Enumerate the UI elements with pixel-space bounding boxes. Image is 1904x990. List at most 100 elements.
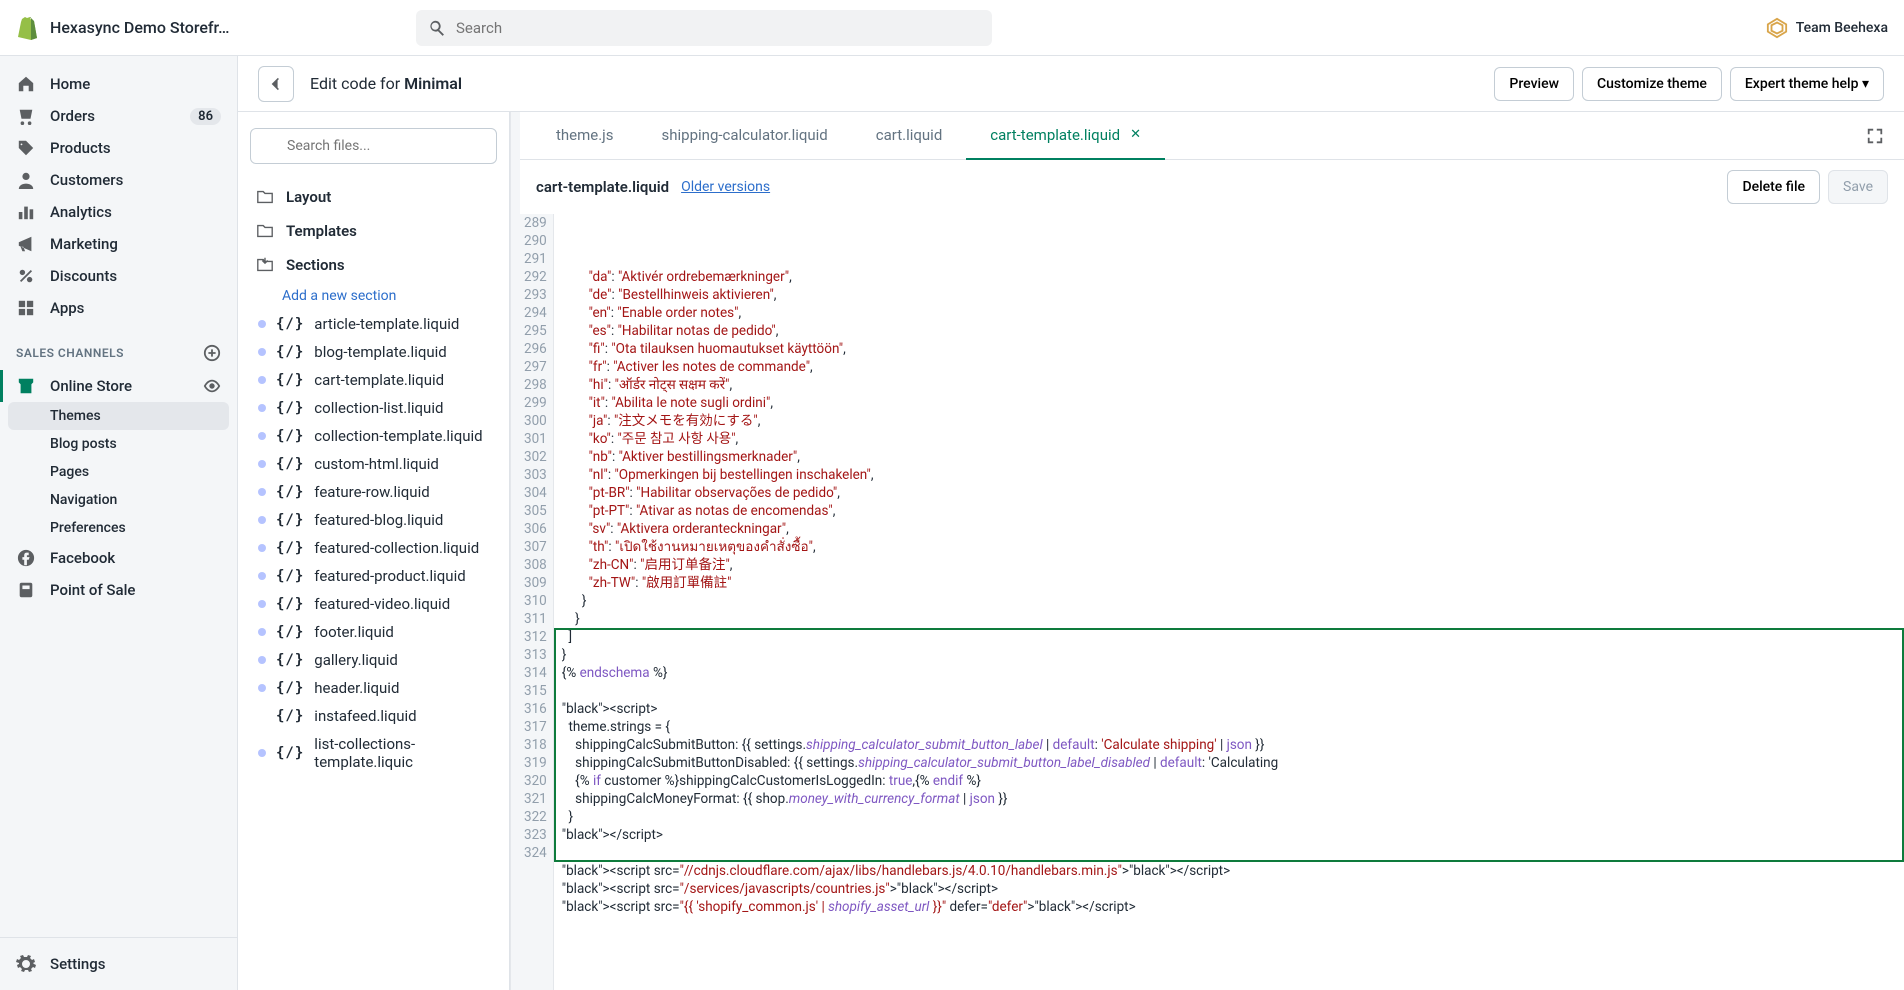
team-label: Team Beehexa: [1796, 20, 1888, 36]
nav-discounts-label: Discounts: [50, 267, 117, 285]
file-item[interactable]: {/}article-template.liquid: [250, 310, 497, 338]
team-icon: [1766, 17, 1788, 39]
file-list: {/}article-template.liquid{/}blog-templa…: [250, 310, 497, 776]
file-item[interactable]: {/}list-collections-template.liquic: [250, 730, 497, 776]
file-name: instafeed.liquid: [314, 707, 416, 725]
file-item[interactable]: {/} footer.liquid: [250, 618, 497, 646]
file-item[interactable]: {/}blog-template.liquid: [250, 338, 497, 366]
sales-channels-heading: SALES CHANNELS: [0, 324, 237, 370]
modified-dot-icon: [258, 320, 266, 328]
add-new-section-link[interactable]: Add a new section: [250, 282, 497, 310]
older-versions-link[interactable]: Older versions: [681, 179, 770, 195]
preview-button[interactable]: Preview: [1494, 67, 1574, 101]
file-item[interactable]: {/}collection-list.liquid: [250, 394, 497, 422]
file-item[interactable]: {/}featured-collection.liquid: [250, 534, 497, 562]
file-item[interactable]: {/}custom-html.liquid: [250, 450, 497, 478]
file-item[interactable]: {/}featured-product.liquid: [250, 562, 497, 590]
modified-dot-icon: [258, 432, 266, 440]
team-menu[interactable]: Team Beehexa: [1766, 17, 1888, 39]
nav-pages[interactable]: Pages: [0, 458, 237, 486]
editor-tab[interactable]: theme.js: [532, 112, 638, 160]
delete-file-button[interactable]: Delete file: [1727, 170, 1820, 204]
editor: Layout Templates Sections Add a new sect…: [238, 112, 1904, 990]
file-pane-scrollbar[interactable]: [510, 112, 520, 990]
nav-apps[interactable]: Apps: [0, 292, 237, 324]
modified-dot-icon: [258, 460, 266, 468]
code-editor[interactable]: 2892902912922932942952962972982993003013…: [520, 214, 1904, 990]
editor-tab[interactable]: shipping-calculator.liquid: [638, 112, 852, 160]
expert-help-button[interactable]: Expert theme help ▾: [1730, 67, 1884, 101]
file-item[interactable]: {/}featured-blog.liquid: [250, 506, 497, 534]
modified-dot-icon: [258, 572, 266, 580]
nav-settings[interactable]: Settings: [0, 937, 237, 990]
editor-tab[interactable]: cart-template.liquid✕: [966, 112, 1165, 160]
file-item[interactable]: {/}header.liquid: [250, 674, 497, 702]
view-store-icon[interactable]: [203, 377, 221, 395]
nav-home[interactable]: Home: [0, 68, 237, 100]
modified-dot-icon: [258, 488, 266, 496]
file-search-wrap: [250, 128, 497, 164]
file-item[interactable]: {/}feature-row.liquid: [250, 478, 497, 506]
nav-products-label: Products: [50, 139, 111, 157]
nav-customers[interactable]: Customers: [0, 164, 237, 196]
line-number-gutter: 2892902912922932942952962972982993003013…: [520, 214, 554, 990]
nav-themes[interactable]: Themes: [8, 402, 229, 430]
folder-icon: [256, 222, 274, 240]
nav-discounts[interactable]: Discounts: [0, 260, 237, 292]
nav-pos[interactable]: Point of Sale: [0, 574, 237, 606]
folder-sections-label: Sections: [286, 256, 345, 274]
logo-store-wrap: Hexasync Demo Storefr…: [16, 16, 416, 40]
file-name: featured-video.liquid: [314, 595, 450, 613]
folder-layout[interactable]: Layout: [250, 180, 497, 214]
nav-facebook[interactable]: Facebook: [0, 542, 237, 574]
file-name: footer.liquid: [314, 623, 394, 641]
folder-layout-label: Layout: [286, 188, 331, 206]
gear-icon: [16, 954, 36, 974]
tab-label: theme.js: [556, 126, 614, 144]
global-search-input[interactable]: [416, 10, 992, 46]
products-icon: [16, 139, 36, 157]
editor-tabs: theme.js shipping-calculator.liquid cart.l…: [520, 112, 1904, 160]
file-name: list-collections-template.liquic: [314, 735, 497, 771]
folder-templates[interactable]: Templates: [250, 214, 497, 248]
customize-theme-button[interactable]: Customize theme: [1582, 67, 1722, 101]
nav-blog-posts[interactable]: Blog posts: [0, 430, 237, 458]
current-filename: cart-template.liquid: [536, 178, 669, 196]
nav-orders[interactable]: Orders 86: [0, 100, 237, 132]
liquid-file-icon: {/}: [276, 624, 304, 640]
add-channel-icon[interactable]: [203, 344, 221, 362]
nav-online-store[interactable]: Online Store: [0, 370, 237, 402]
save-button[interactable]: Save: [1828, 170, 1888, 204]
nav-preferences[interactable]: Preferences: [0, 514, 237, 542]
file-search-input[interactable]: [250, 128, 497, 164]
shopify-logo-icon: [16, 16, 38, 40]
page-title: Edit code for Minimal: [310, 74, 462, 93]
folder-open-icon: [256, 256, 274, 274]
nav-navigation[interactable]: Navigation: [0, 486, 237, 514]
liquid-file-icon: {/}: [276, 456, 304, 472]
modified-dot-icon: [258, 544, 266, 552]
file-item[interactable]: {/}instafeed.liquid: [250, 702, 497, 730]
modified-dot-icon: [258, 628, 266, 636]
nav-marketing[interactable]: Marketing: [0, 228, 237, 260]
code-content[interactable]: "da": "Aktivér ordrebemærkninger", "de":…: [554, 214, 1904, 990]
file-name: featured-blog.liquid: [314, 511, 443, 529]
file-item[interactable]: {/}cart-template.liquid: [250, 366, 497, 394]
file-item[interactable]: {/}collection-template.liquid: [250, 422, 497, 450]
close-tab-icon[interactable]: ✕: [1130, 127, 1141, 142]
editor-tab[interactable]: cart.liquid: [852, 112, 967, 160]
nav-products[interactable]: Products: [0, 132, 237, 164]
chevron-down-icon: ▾: [1862, 76, 1869, 92]
file-item[interactable]: {/}gallery.liquid: [250, 646, 497, 674]
nav-apps-label: Apps: [50, 299, 84, 317]
tab-label: cart.liquid: [876, 126, 943, 144]
file-name: collection-list.liquid: [314, 399, 443, 417]
back-button[interactable]: [258, 66, 294, 102]
folder-sections[interactable]: Sections: [250, 248, 497, 282]
expand-editor-icon[interactable]: [1858, 127, 1892, 145]
modified-dot-icon: [258, 348, 266, 356]
liquid-file-icon: {/}: [276, 484, 304, 500]
file-name: collection-template.liquid: [314, 427, 482, 445]
nav-analytics[interactable]: Analytics: [0, 196, 237, 228]
file-item[interactable]: {/}featured-video.liquid: [250, 590, 497, 618]
